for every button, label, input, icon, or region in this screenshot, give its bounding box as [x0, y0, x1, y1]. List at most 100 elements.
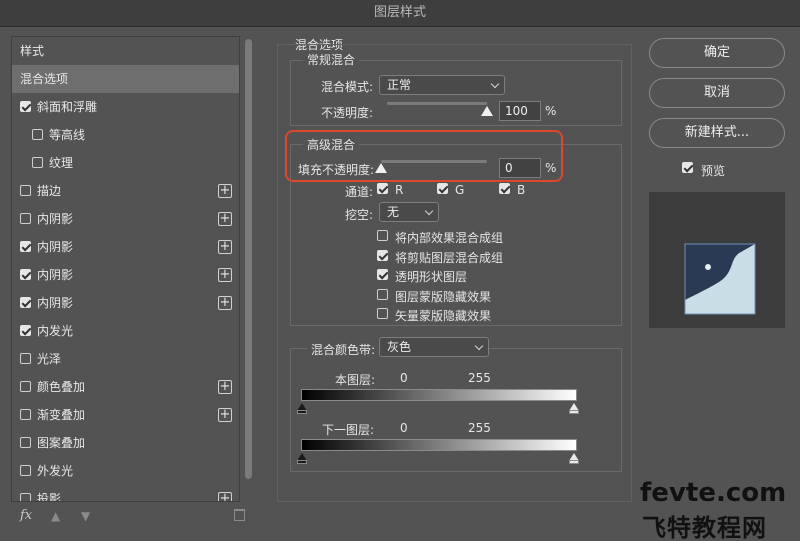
style-item-checkbox[interactable]	[20, 325, 31, 336]
this-layer-high-value: 255	[468, 371, 491, 385]
style-item[interactable]: 图案叠加	[12, 429, 239, 457]
style-item-label: 描边	[37, 184, 62, 198]
advanced-option-label: 将内部效果混合成组	[395, 231, 504, 245]
style-item[interactable]: 内阴影 +	[12, 261, 239, 289]
add-style-icon[interactable]: +	[218, 380, 232, 394]
advanced-option-label: 矢量蒙版隐藏效果	[395, 309, 492, 323]
style-item-checkbox[interactable]	[32, 129, 43, 140]
blend-mode-select[interactable]: 正常	[379, 75, 505, 95]
style-item-checkbox[interactable]	[20, 297, 31, 308]
style-item-checkbox[interactable]	[20, 409, 31, 420]
knockout-label: 挖空:	[345, 208, 374, 222]
chevron-down-icon	[490, 79, 500, 89]
knockout-select[interactable]: 无	[379, 202, 439, 222]
advanced-option-checkbox[interactable]	[377, 249, 388, 261]
channel-r-label: R	[395, 183, 404, 197]
styles-scrollbar[interactable]	[244, 36, 253, 502]
style-item-label: 内阴影	[37, 296, 74, 310]
style-item[interactable]: 内发光	[12, 317, 239, 345]
style-item-label: 投影	[37, 492, 62, 502]
underlying-layer-label: 下一图层:	[322, 423, 375, 437]
style-item[interactable]: 描边 +	[12, 177, 239, 205]
watermark-domain: fevte.com	[640, 478, 787, 508]
opacity-input[interactable]: 100	[499, 101, 541, 121]
this-layer-black-slider-base	[297, 410, 307, 414]
new-style-button[interactable]: 新建样式...	[649, 118, 785, 148]
advanced-option-label: 图层蒙版隐藏效果	[395, 289, 492, 304]
style-item-checkbox[interactable]	[20, 213, 31, 224]
preview-checkbox[interactable]	[682, 162, 693, 173]
style-item[interactable]: 纹理	[12, 149, 239, 177]
style-item[interactable]: 内阴影 +	[12, 233, 239, 261]
advanced-option-checkbox[interactable]	[377, 308, 388, 319]
add-style-icon[interactable]: +	[218, 492, 232, 501]
fx-button[interactable]: fx	[20, 508, 32, 523]
opacity-slider-thumb[interactable]	[481, 106, 493, 116]
style-item[interactable]: 光泽	[12, 345, 239, 373]
styles-list-header[interactable]: 样式	[12, 37, 239, 65]
style-item[interactable]: 内阴影 +	[12, 289, 239, 317]
blend-if-label: 混合颜色带:	[307, 341, 380, 358]
fill-opacity-slider-thumb[interactable]	[375, 163, 387, 173]
style-item[interactable]: 外发光	[12, 457, 239, 485]
this-layer-gradient	[301, 389, 577, 401]
channel-g-checkbox[interactable]	[437, 183, 448, 194]
fill-opacity-unit: %	[545, 161, 557, 175]
styles-panel: 样式 混合选项 斜面和浮雕 等高线 纹理 描边 + 内阴影 + 内阴影 + 内阴影 + 内阴影 + 内发光光…	[11, 36, 256, 530]
style-item-checkbox[interactable]	[20, 465, 31, 476]
style-item-label: 内阴影	[37, 212, 74, 226]
advanced-option-label: 透明形状图层	[395, 270, 468, 284]
fill-opacity-input[interactable]: 0	[499, 158, 541, 178]
arrow-up-icon[interactable]: ▲	[51, 509, 60, 523]
advanced-option-checkbox[interactable]	[377, 288, 388, 300]
add-style-icon[interactable]: +	[218, 240, 232, 254]
style-item[interactable]: 内阴影 +	[12, 205, 239, 233]
scroll-thumb[interactable]	[245, 39, 252, 479]
style-item[interactable]: 斜面和浮雕	[12, 93, 239, 121]
dialog-title: 图层样式	[0, 0, 800, 27]
preview-thumbnail	[684, 243, 756, 315]
style-item-checkbox[interactable]	[32, 157, 43, 168]
channel-g-label: G	[455, 183, 465, 197]
style-item-checkbox[interactable]	[20, 241, 31, 252]
style-item-checkbox[interactable]	[20, 493, 31, 501]
add-style-icon[interactable]: +	[218, 212, 232, 226]
underlying-white-slider-base	[569, 460, 579, 464]
this-layer-low-value: 0	[400, 371, 408, 385]
style-item[interactable]: 渐变叠加 +	[12, 401, 239, 429]
add-style-icon[interactable]: +	[218, 184, 232, 198]
blend-if-select[interactable]: 灰色	[379, 337, 489, 357]
advanced-option-checkbox[interactable]	[377, 230, 388, 241]
add-style-icon[interactable]: +	[218, 268, 232, 282]
style-item-label: 外发光	[37, 464, 74, 478]
blend-mode-value: 正常	[387, 78, 412, 92]
style-item-checkbox[interactable]	[20, 269, 31, 280]
blend-mode-label: 混合模式:	[321, 80, 374, 94]
style-item-checkbox[interactable]	[20, 353, 31, 364]
knockout-value: 无	[387, 205, 400, 219]
style-preview	[649, 192, 785, 328]
add-style-icon[interactable]: +	[218, 408, 232, 422]
underlying-high-value: 255	[468, 421, 491, 435]
ok-button[interactable]: 确定	[649, 38, 785, 68]
style-item[interactable]: 颜色叠加 +	[12, 373, 239, 401]
fill-opacity-slider-track[interactable]	[381, 160, 487, 163]
opacity-slider-track[interactable]	[387, 102, 487, 105]
underlying-black-slider-base	[297, 460, 307, 464]
style-item-checkbox[interactable]	[20, 437, 31, 448]
style-item[interactable]: 等高线	[12, 121, 239, 149]
style-item-checkbox[interactable]	[20, 381, 31, 392]
arrow-down-icon[interactable]: ▼	[81, 509, 90, 523]
style-item-checkbox[interactable]	[20, 185, 31, 196]
cancel-button[interactable]: 取消	[649, 78, 785, 108]
chevron-down-icon	[474, 341, 484, 351]
channel-r-checkbox[interactable]	[377, 183, 388, 194]
trash-icon[interactable]	[234, 509, 245, 521]
style-item[interactable]: 混合选项	[12, 65, 239, 93]
channel-b-checkbox[interactable]	[499, 183, 510, 194]
style-item-label: 颜色叠加	[37, 380, 86, 394]
style-item-checkbox[interactable]	[20, 101, 31, 112]
add-style-icon[interactable]: +	[218, 296, 232, 310]
advanced-option-checkbox[interactable]	[377, 269, 388, 280]
style-item[interactable]: 投影 +	[12, 485, 239, 502]
